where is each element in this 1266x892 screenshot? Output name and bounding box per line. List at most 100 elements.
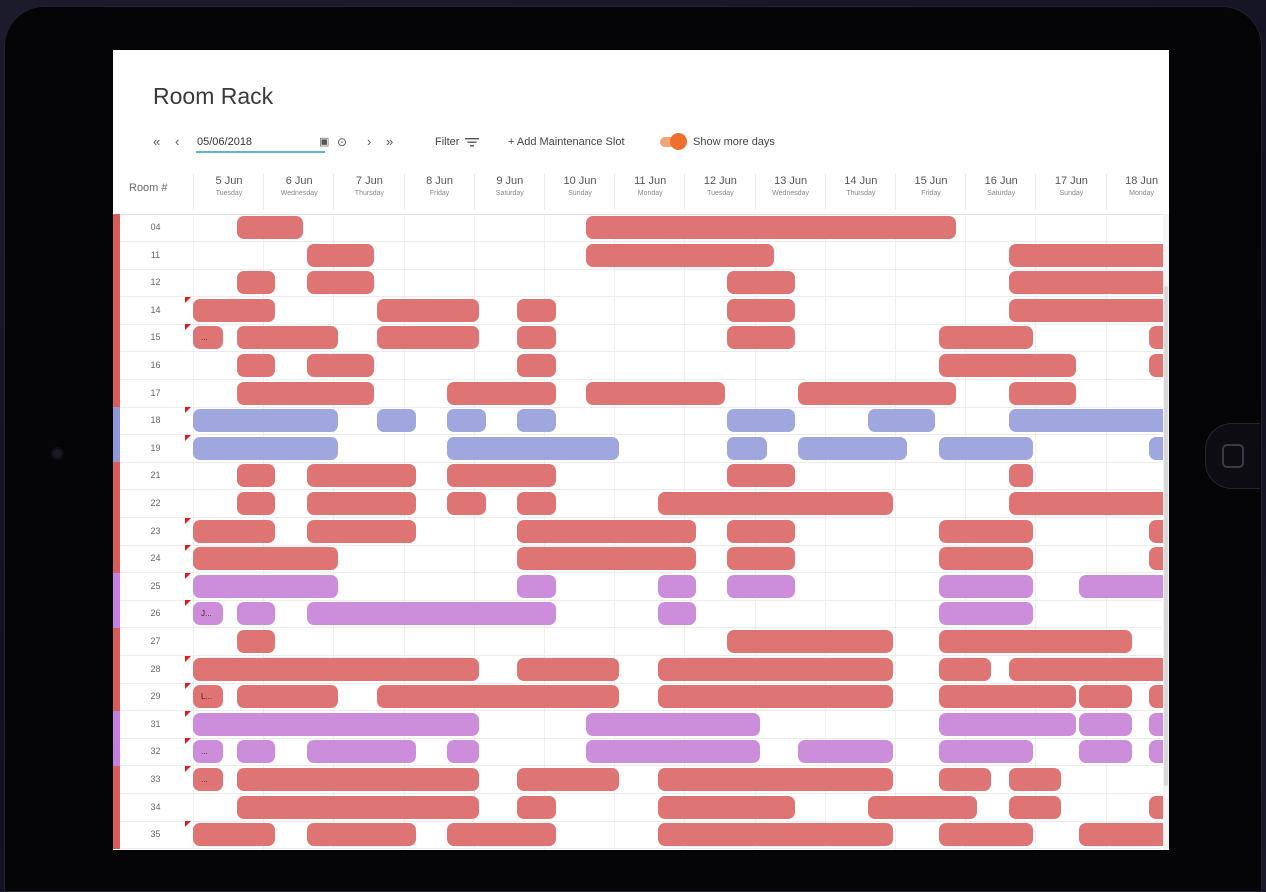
reservation-bar[interactable] [306, 354, 374, 377]
reservation-bar[interactable] [306, 602, 557, 626]
reservation-bar[interactable] [376, 685, 620, 709]
reservation-bar[interactable] [1078, 823, 1169, 847]
reservation-bar[interactable] [193, 657, 479, 681]
toggle-knob[interactable] [670, 133, 687, 150]
reservation-bar[interactable] [517, 409, 557, 433]
reservation-bar[interactable] [1008, 657, 1169, 681]
reservation-bar[interactable]: ... [193, 740, 223, 764]
reservation-bar[interactable] [726, 519, 795, 543]
reservation-bar[interactable] [1008, 381, 1076, 405]
reservation-bar[interactable] [447, 381, 557, 405]
reservation-bar[interactable] [868, 409, 936, 433]
reservation-bar[interactable] [447, 436, 620, 460]
reservation-bar[interactable] [1078, 685, 1132, 709]
reservation-bar[interactable] [1008, 243, 1169, 267]
reservation-bar[interactable] [306, 243, 374, 267]
reservation-bar[interactable] [726, 326, 795, 350]
reservation-bar[interactable] [306, 740, 416, 764]
reservation-bar[interactable] [726, 436, 767, 460]
reservation-bar[interactable] [517, 768, 620, 791]
reservation-bar[interactable] [517, 519, 697, 543]
reservation-bar[interactable]: J... [193, 602, 223, 626]
reservation-bar[interactable] [376, 409, 416, 433]
reservation-bar[interactable] [193, 436, 339, 460]
reservation-bar[interactable] [517, 574, 557, 598]
reservation-bar[interactable] [726, 298, 795, 322]
reservation-bar[interactable] [193, 519, 276, 543]
reservation-bar[interactable] [236, 602, 276, 626]
reservation-bar[interactable] [798, 381, 957, 405]
reservation-bar[interactable] [938, 768, 992, 791]
reservation-bar[interactable] [306, 464, 416, 488]
reservation-bar[interactable] [712, 216, 957, 239]
reservation-bar[interactable] [1008, 464, 1034, 488]
reservation-bar[interactable] [938, 326, 1034, 350]
reservation-bar[interactable] [1008, 795, 1062, 819]
reservation-bar[interactable] [236, 492, 276, 515]
reservation-bar[interactable] [657, 602, 697, 626]
reservation-bar[interactable] [938, 547, 1034, 571]
reservation-bar[interactable] [193, 574, 339, 598]
add-maintenance-slot-button[interactable]: + Add Maintenance Slot [508, 132, 625, 152]
reservation-bar[interactable] [586, 243, 774, 267]
reservation-bar[interactable] [306, 823, 416, 847]
reservation-bar[interactable] [938, 519, 1034, 543]
reservation-bar[interactable] [447, 409, 486, 433]
reservation-bar[interactable] [193, 298, 276, 322]
filter-button[interactable]: Filter [435, 132, 479, 152]
reservation-bar[interactable]: ... [193, 768, 223, 791]
reservation-bar[interactable] [798, 436, 908, 460]
reservation-bar[interactable] [1078, 574, 1169, 598]
reservation-bar[interactable] [938, 436, 1034, 460]
reservation-bar[interactable] [236, 381, 374, 405]
reservation-bar[interactable] [193, 547, 339, 571]
reservation-bar[interactable] [938, 740, 1034, 764]
reservation-bar[interactable] [193, 823, 276, 847]
reservation-bar[interactable] [447, 492, 486, 515]
reservation-bar[interactable] [236, 768, 479, 791]
reservation-bar[interactable] [236, 216, 304, 239]
reservation-bar[interactable] [938, 685, 1076, 709]
calendar-icon[interactable]: ▣ [319, 132, 329, 152]
reservation-bar[interactable] [376, 326, 479, 350]
reservation-bar[interactable] [726, 547, 795, 571]
reservation-bar[interactable] [657, 768, 893, 791]
reservation-bar[interactable] [1008, 768, 1062, 791]
reservation-bar[interactable] [657, 823, 893, 847]
date-input[interactable] [196, 132, 325, 153]
reservation-bar[interactable] [1008, 271, 1169, 295]
reservation-bar[interactable] [517, 795, 557, 819]
reservation-bar[interactable] [938, 602, 1034, 626]
reservation-bar[interactable] [1008, 492, 1169, 515]
reservation-bar[interactable] [517, 326, 557, 350]
prev-page-icon[interactable]: ‹ [175, 132, 179, 152]
reservation-bar[interactable] [938, 574, 1034, 598]
reservation-bar[interactable] [517, 354, 557, 377]
reservation-bar[interactable] [236, 740, 276, 764]
reservation-bar[interactable] [236, 795, 479, 819]
reservation-bar[interactable] [1008, 409, 1169, 433]
reservation-bar[interactable] [193, 712, 479, 736]
reservation-bar[interactable] [586, 712, 760, 736]
next-page-icon[interactable]: › [367, 132, 371, 152]
reservation-bar[interactable] [586, 381, 725, 405]
reservation-bar[interactable] [236, 464, 276, 488]
home-button[interactable] [1205, 423, 1260, 489]
last-page-icon[interactable]: » [386, 132, 393, 152]
reservation-bar[interactable] [517, 547, 697, 571]
reservation-bar[interactable] [306, 271, 374, 295]
reservation-bar[interactable] [938, 657, 992, 681]
reservation-bar[interactable] [657, 657, 893, 681]
reservation-bar[interactable] [938, 712, 1076, 736]
reservation-bar[interactable] [868, 795, 978, 819]
reservation-bar[interactable] [376, 298, 479, 322]
reservation-bar[interactable] [938, 630, 1132, 653]
reservation-bar[interactable] [447, 740, 479, 764]
reservation-bar[interactable] [657, 574, 697, 598]
reservation-bar[interactable] [657, 795, 795, 819]
reservation-bar[interactable] [1078, 712, 1132, 736]
reservation-bar[interactable] [657, 685, 893, 709]
reservation-bar[interactable] [517, 298, 557, 322]
reservation-bar[interactable] [236, 271, 276, 295]
reservation-bar[interactable] [798, 740, 893, 764]
